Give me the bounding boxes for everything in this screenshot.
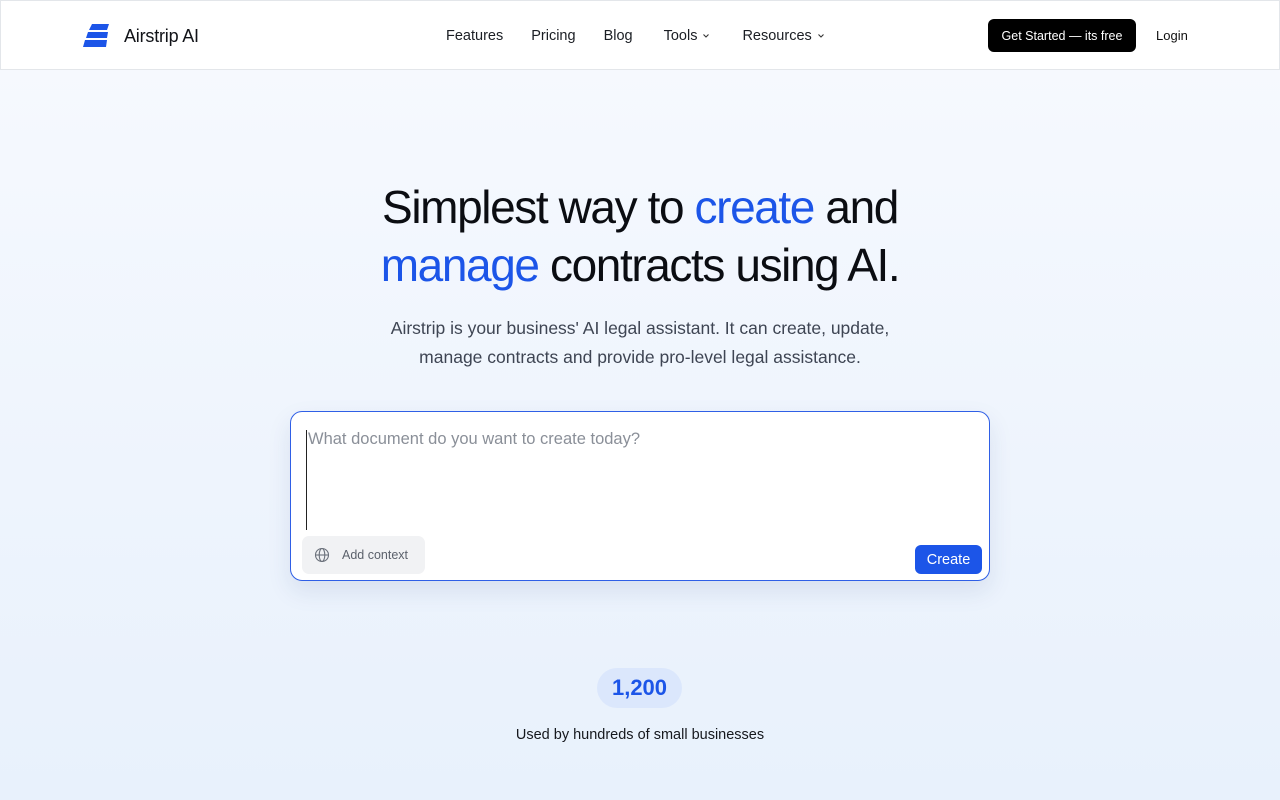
nav-blog-label: Blog	[603, 28, 633, 44]
site-header: Airstrip AI Features Pricing Blog Tools …	[0, 0, 1280, 70]
document-prompt-box: Add context Create	[290, 411, 990, 581]
login-link[interactable]: Login	[1156, 28, 1188, 43]
usage-caption: Used by hundreds of small businesses	[515, 727, 765, 743]
headline-text-1: Simplest way to	[382, 181, 695, 233]
nav-tools-label: Tools	[663, 28, 698, 44]
create-button[interactable]: Create	[915, 545, 982, 574]
nav-resources-label: Resources	[742, 28, 812, 44]
headline-highlight-manage: manage	[380, 239, 540, 291]
nav-tools[interactable]: Tools	[664, 28, 711, 44]
headline-text-3: contracts using AI.	[538, 239, 901, 291]
globe-icon	[314, 547, 330, 563]
nav-features-label: Features	[446, 28, 504, 44]
hero-subtitle: Airstrip is your business' AI legal assi…	[390, 318, 890, 367]
hero-headline: Simplest way to create and manage contra…	[0, 178, 1280, 294]
get-started-button[interactable]: Get Started — its free	[988, 19, 1136, 52]
document-prompt-input[interactable]	[306, 430, 966, 530]
headline-highlight-create: create	[694, 181, 816, 233]
add-context-label: Add context	[342, 548, 409, 562]
nav-features[interactable]: Features	[446, 28, 503, 44]
brand-logo[interactable]: Airstrip AI	[83, 23, 199, 49]
usage-count-badge: 1,200	[597, 668, 682, 708]
nav-pricing[interactable]: Pricing	[531, 28, 575, 44]
brand-name: Airstrip AI	[124, 25, 199, 46]
nav-resources[interactable]: Resources	[742, 28, 824, 44]
nav-pricing-label: Pricing	[531, 28, 576, 44]
airstrip-logo-icon	[83, 24, 109, 47]
main-nav: Features Pricing Blog Tools Resources	[446, 27, 825, 45]
add-context-button[interactable]: Add context	[302, 536, 425, 574]
nav-blog[interactable]: Blog	[604, 28, 633, 44]
chevron-down-icon	[703, 34, 710, 38]
chevron-down-icon	[817, 34, 824, 38]
headline-text-2: and	[814, 181, 899, 233]
